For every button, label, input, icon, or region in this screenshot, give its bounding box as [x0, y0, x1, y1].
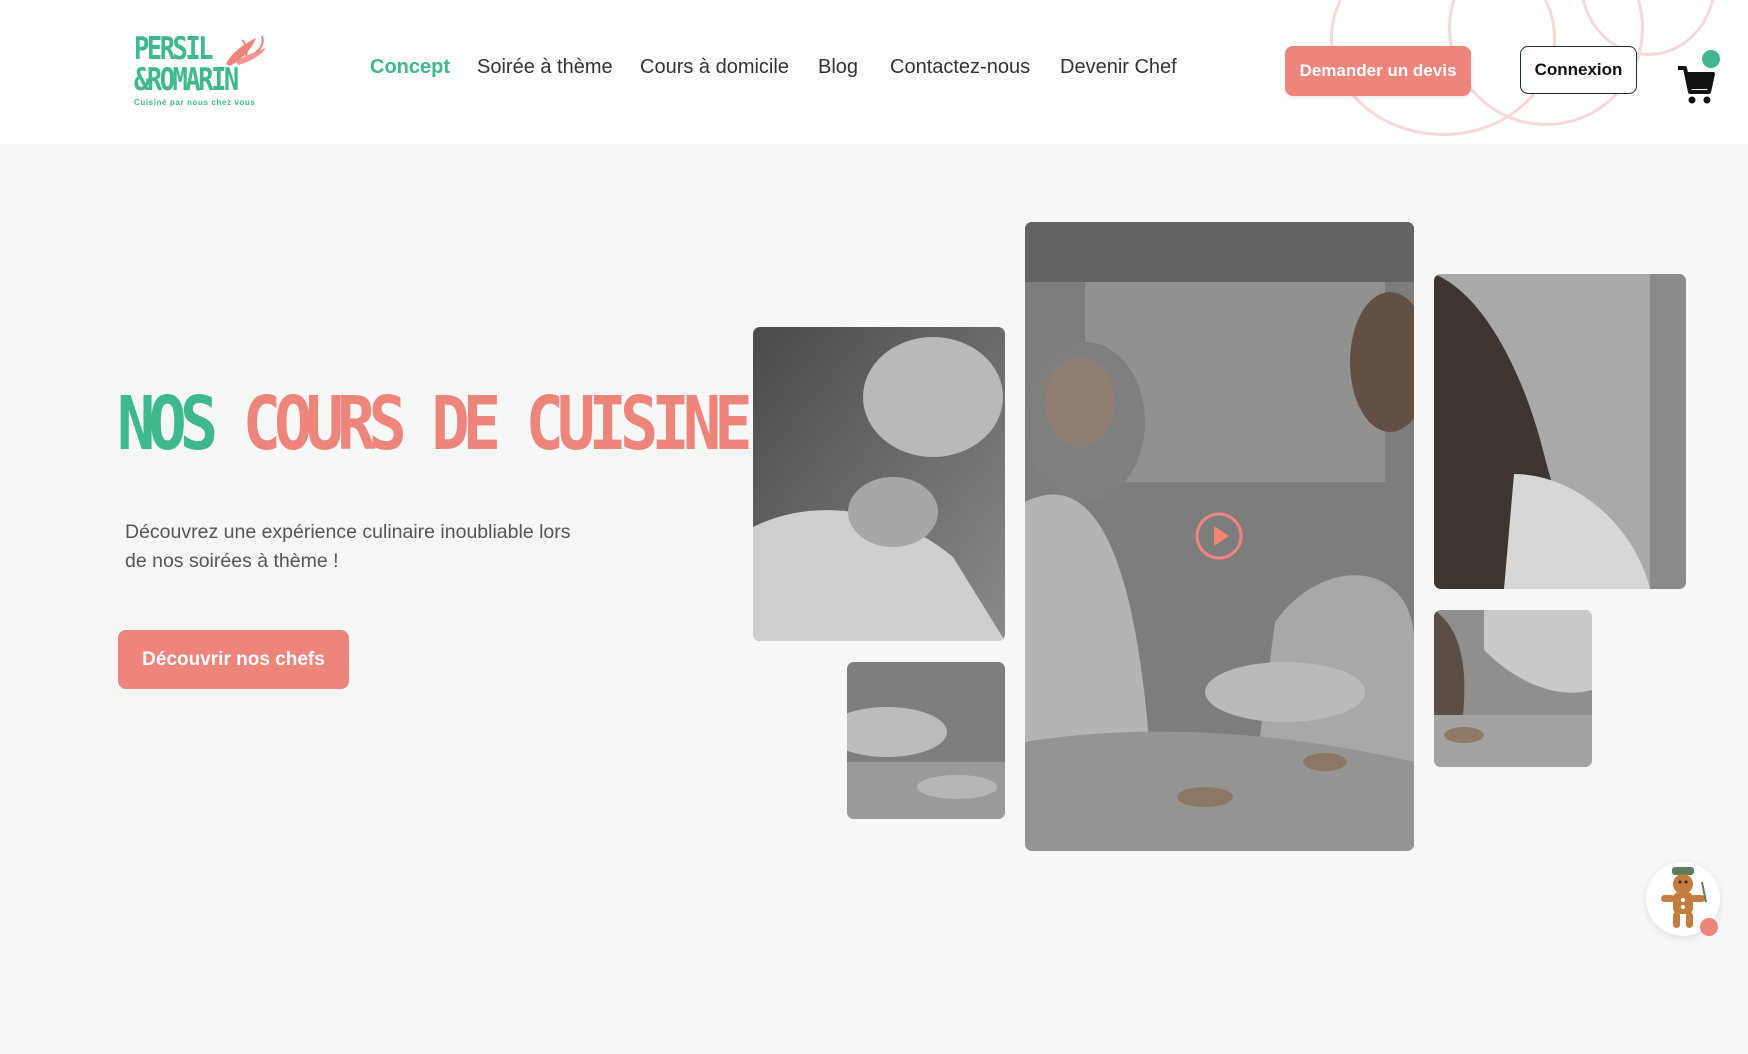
chat-notification-dot [1700, 918, 1718, 936]
nav-item-devenir-chef[interactable]: Devenir Chef [1060, 56, 1177, 79]
photo-grandmother-tasting [753, 327, 1005, 641]
nav-item-blog[interactable]: Blog [818, 56, 858, 79]
nav-item-concept[interactable]: Concept [370, 56, 450, 79]
logo-tagline: Cuisiné par nous chez vous [134, 98, 256, 107]
site-header: PERSIL &ROMARIN Cuisiné par nous chez vo… [0, 0, 1748, 144]
cart-badge [1702, 50, 1720, 68]
shopping-cart-icon[interactable] [1676, 62, 1716, 106]
leaf-icon [226, 35, 266, 66]
hero-title-part1: NOS [117, 381, 218, 467]
photo-dough-table [1434, 610, 1592, 767]
nav-item-soiree-a-theme[interactable]: Soirée à thème [477, 56, 613, 79]
discover-chefs-button[interactable]: Découvrir nos chefs [118, 630, 349, 689]
hero-subtitle: Découvrez une expérience culinaire inoub… [125, 521, 571, 572]
logo-line-2: &ROMARIN [134, 62, 239, 98]
nav-item-contactez-nous[interactable]: Contactez-nous [890, 56, 1030, 79]
hero-title-part2: COURS DE CUISINE [242, 381, 753, 467]
photo-flour-bowl [847, 662, 1005, 819]
nav-item-cours-a-domicile[interactable]: Cours à domicile [640, 56, 789, 79]
hero-title: NOS COURS DE CUISINE [117, 381, 753, 467]
photo-girl-eating-cookie [1434, 274, 1686, 589]
play-icon[interactable] [1194, 511, 1244, 561]
brand-logo[interactable]: PERSIL &ROMARIN Cuisiné par nous chez vo… [134, 34, 274, 110]
login-button[interactable]: Connexion [1520, 46, 1637, 94]
quote-button[interactable]: Demander un devis [1285, 46, 1471, 96]
